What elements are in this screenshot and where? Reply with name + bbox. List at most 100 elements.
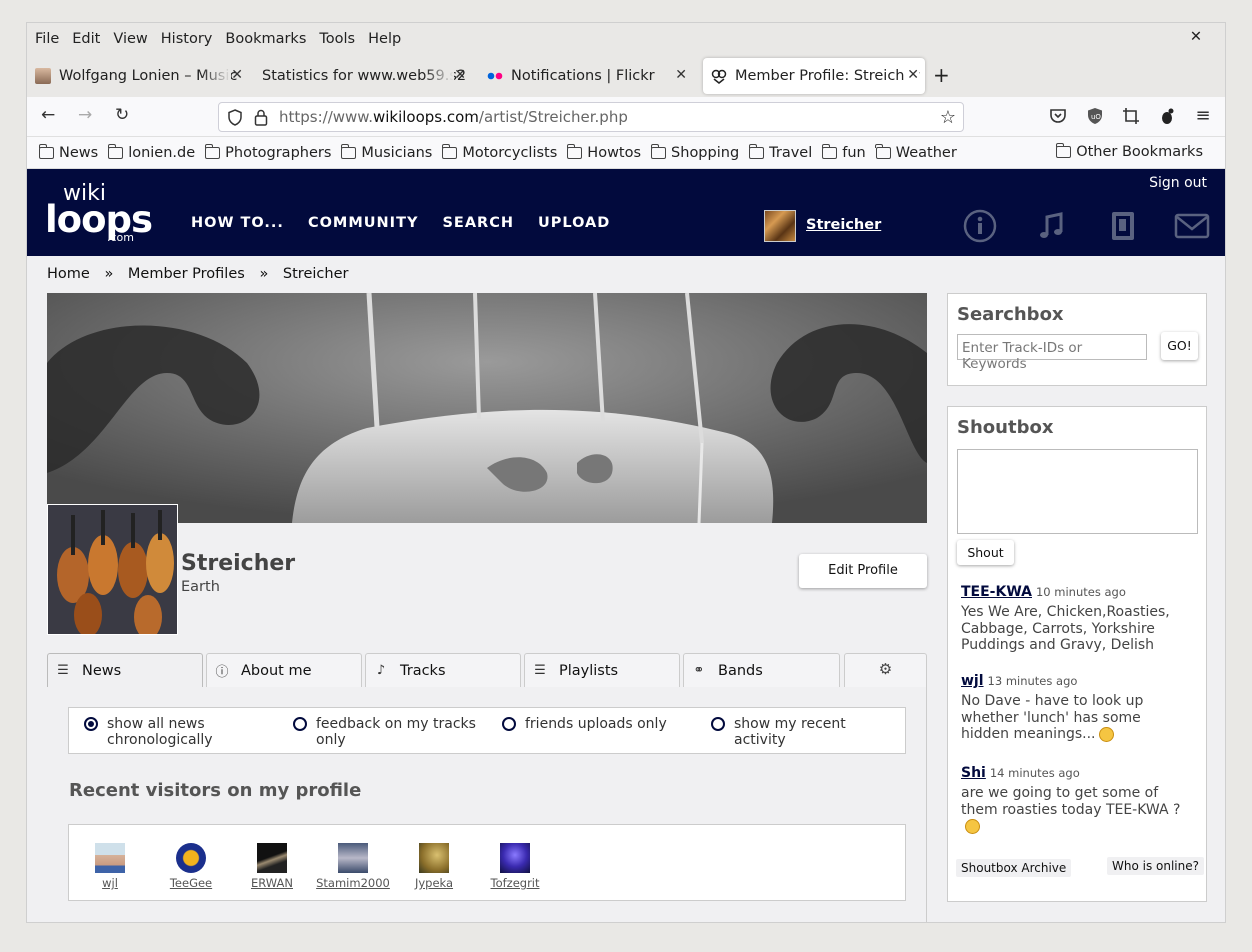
notebook-icon[interactable]	[1106, 209, 1140, 243]
pocket-icon[interactable]	[1049, 107, 1067, 125]
tab-tracks[interactable]: ♪ Tracks	[365, 653, 521, 687]
shout-textarea[interactable]	[957, 449, 1198, 534]
tab-close-icon[interactable]: ✕	[229, 67, 243, 83]
tab-news[interactable]: ☰ News	[47, 653, 203, 687]
visitor-name[interactable]: wjl	[70, 876, 150, 890]
other-bookmarks[interactable]: Other Bookmarks	[1055, 143, 1203, 160]
bookmark-star-icon[interactable]: ☆	[940, 107, 956, 128]
shield-icon[interactable]	[227, 109, 243, 130]
visitor-avatar[interactable]	[500, 843, 530, 873]
search-input[interactable]: Enter Track-IDs or Keywords	[957, 334, 1147, 372]
music-note-icon[interactable]	[1035, 209, 1069, 243]
filter-friends-uploads[interactable]: friends uploads only	[502, 716, 692, 732]
visitor-name[interactable]: Stamim2000	[313, 876, 393, 890]
nav-search[interactable]: SEARCH	[442, 215, 514, 231]
url-bar[interactable]: https://www.wikiloops.com/artist/Streich…	[218, 102, 964, 132]
visitor-avatar[interactable]	[176, 843, 206, 873]
visitor-item[interactable]: wjl	[70, 843, 150, 890]
visitor-name[interactable]: Tofzegrit	[475, 876, 555, 890]
visitor-name[interactable]: Jypeka	[394, 876, 474, 890]
menu-edit[interactable]: Edit	[72, 31, 100, 47]
bookmark-motorcyclists[interactable]: Motorcyclists	[441, 143, 558, 161]
bookmark-fun[interactable]: fun	[821, 143, 866, 161]
filter-all-news[interactable]: show all news chronologically	[84, 716, 284, 748]
who-is-online-button[interactable]: Who is online?	[1107, 857, 1204, 875]
menu-file[interactable]: File	[35, 31, 59, 47]
visitor-avatar[interactable]	[257, 843, 287, 873]
bookmark-lonien[interactable]: lonien.de	[107, 143, 195, 161]
nav-howto[interactable]: HOW TO...	[191, 215, 284, 231]
folder-icon	[441, 143, 458, 159]
radio-button[interactable]	[711, 717, 725, 731]
tab-wolfgang[interactable]: Wolfgang Lonien – Music ✕	[27, 58, 249, 94]
shout-button[interactable]: Shout	[957, 540, 1014, 565]
visitor-item[interactable]: ERWAN	[232, 843, 312, 890]
tab-statistics[interactable]: Statistics for www.web59.s2 ✕	[254, 58, 472, 94]
profile-avatar[interactable]	[47, 504, 178, 635]
visitor-name[interactable]: ERWAN	[232, 876, 312, 890]
wikiloops-favicon-icon	[711, 68, 727, 84]
nav-upload[interactable]: UPLOAD	[538, 215, 610, 231]
bookmark-musicians[interactable]: Musicians	[340, 143, 432, 161]
sign-out-link[interactable]: Sign out	[1149, 175, 1207, 191]
tab-close-icon[interactable]: ✕	[905, 67, 919, 83]
visitor-avatar[interactable]	[338, 843, 368, 873]
mail-envelope-icon[interactable]	[1174, 209, 1210, 243]
tab-close-icon[interactable]: ✕	[673, 67, 687, 83]
shout-user[interactable]: wjl	[961, 673, 984, 689]
filter-recent-activity[interactable]: show my recent activity	[711, 716, 901, 748]
tab-flickr[interactable]: Notifications | Flickr ✕	[479, 58, 693, 94]
info-icon[interactable]	[963, 209, 997, 243]
shout-user[interactable]: Shi	[961, 765, 986, 781]
visitor-name[interactable]: TeeGee	[151, 876, 231, 890]
visitor-avatar[interactable]	[95, 843, 125, 873]
menu-tools[interactable]: Tools	[319, 31, 355, 47]
edit-profile-button[interactable]: Edit Profile	[799, 554, 927, 588]
shout-user[interactable]: TEE-KWA	[961, 584, 1032, 600]
gnome-extension-icon[interactable]	[1158, 107, 1176, 125]
menu-bookmarks[interactable]: Bookmarks	[225, 31, 306, 47]
tab-member-profile[interactable]: Member Profile: Streicher ✕	[703, 58, 925, 94]
radio-button[interactable]	[293, 717, 307, 731]
tab-about-me[interactable]: ⓘ About me	[206, 653, 362, 687]
window-close-icon[interactable]: ✕	[1190, 29, 1202, 45]
tab-playlists[interactable]: ☰ Playlists	[524, 653, 680, 687]
menu-view[interactable]: View	[113, 31, 147, 47]
radio-button[interactable]	[84, 717, 98, 731]
menu-help[interactable]: Help	[368, 31, 401, 47]
tab-settings[interactable]: ⚙	[844, 653, 927, 687]
screenshot-crop-icon[interactable]	[1122, 107, 1140, 125]
bookmark-shopping[interactable]: Shopping	[650, 143, 739, 161]
wikiloops-logo[interactable]: wiki loops .com	[45, 183, 153, 244]
forward-arrow-icon[interactable]: →	[78, 105, 92, 125]
shoutbox-archive-button[interactable]: Shoutbox Archive	[956, 859, 1072, 877]
go-button[interactable]: GO!	[1161, 332, 1198, 360]
bookmark-photographers[interactable]: Photographers	[204, 143, 331, 161]
filter-feedback[interactable]: feedback on my tracks only	[293, 716, 483, 748]
username-link[interactable]: Streicher	[806, 217, 881, 233]
new-tab-icon[interactable]: +	[933, 63, 950, 87]
bookmark-label: Motorcyclists	[462, 144, 558, 161]
menu-history[interactable]: History	[161, 31, 213, 47]
bookmark-howtos[interactable]: Howtos	[566, 143, 641, 161]
user-avatar[interactable]	[764, 210, 796, 242]
visitor-item[interactable]: Stamim2000	[313, 843, 393, 890]
ublock-icon[interactable]: uO	[1086, 107, 1104, 125]
breadcrumb-member-profiles[interactable]: Member Profiles	[128, 266, 245, 282]
nav-community[interactable]: COMMUNITY	[308, 215, 419, 231]
back-arrow-icon[interactable]: ←	[41, 105, 55, 125]
bookmark-news[interactable]: News	[38, 143, 98, 161]
hamburger-menu-icon[interactable]: ≡	[1194, 107, 1212, 125]
reload-icon[interactable]: ↻	[115, 105, 129, 125]
visitor-avatar[interactable]	[419, 843, 449, 873]
tab-bands[interactable]: ⚭ Bands	[683, 653, 840, 687]
tab-close-icon[interactable]: ✕	[452, 67, 466, 83]
bookmark-travel[interactable]: Travel	[748, 143, 812, 161]
lock-icon[interactable]	[254, 109, 268, 130]
visitor-item[interactable]: TeeGee	[151, 843, 231, 890]
visitor-item[interactable]: Jypeka	[394, 843, 474, 890]
radio-button[interactable]	[502, 717, 516, 731]
breadcrumb-home[interactable]: Home	[47, 266, 90, 282]
bookmark-weather[interactable]: Weather	[875, 143, 957, 161]
visitor-item[interactable]: Tofzegrit	[475, 843, 555, 890]
